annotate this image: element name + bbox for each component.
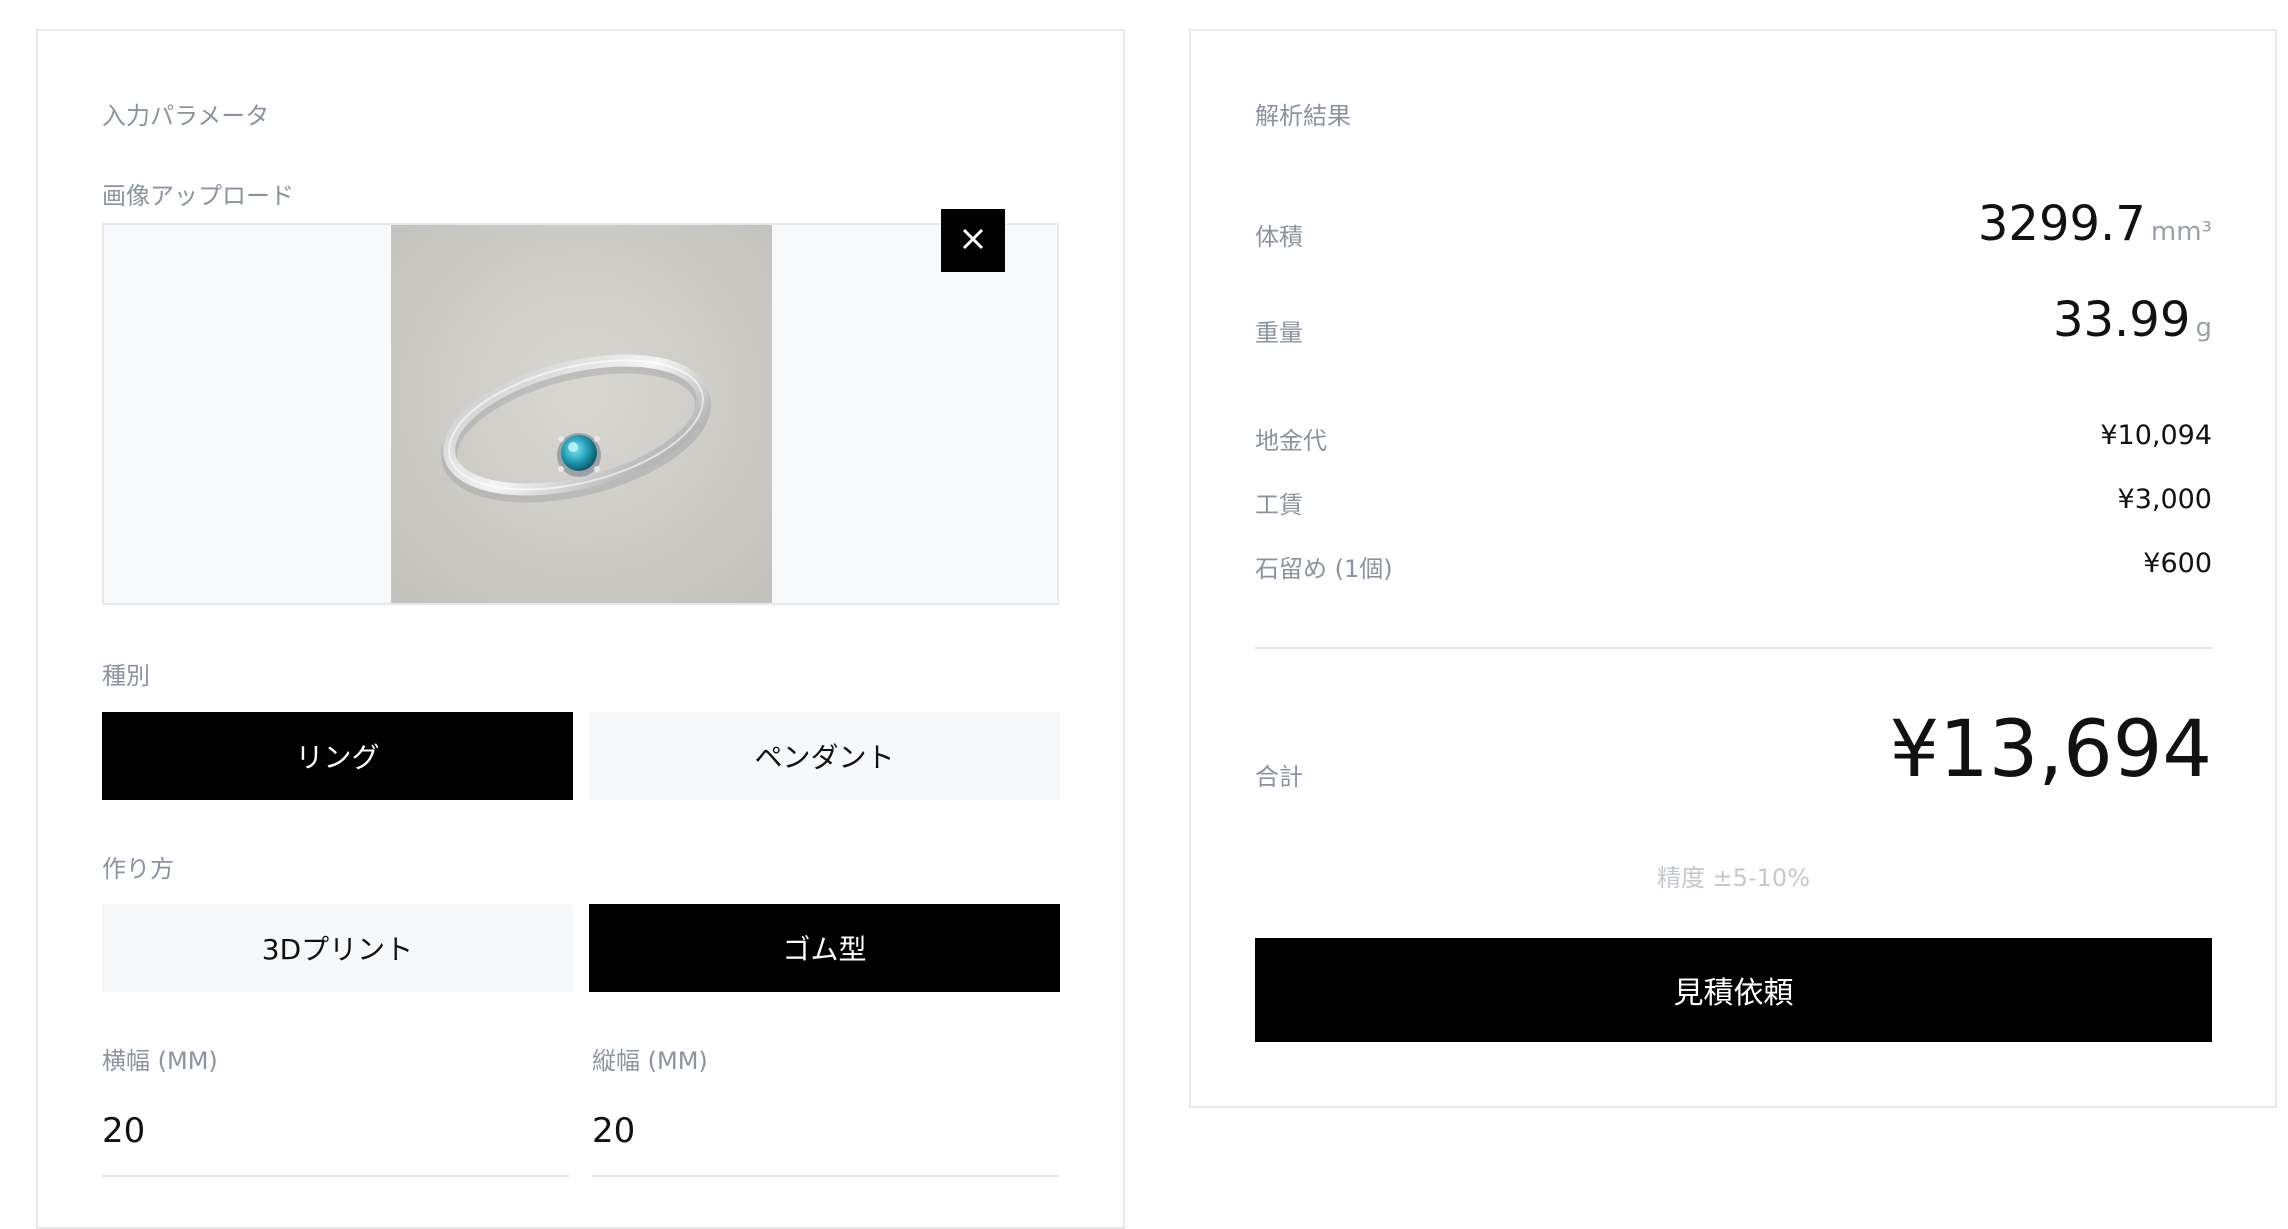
quote-request-button[interactable]: 見積依頼 bbox=[1255, 938, 2212, 1042]
type-option-pendant[interactable]: ペンダント bbox=[589, 712, 1060, 800]
result-panel-title: 解析結果 bbox=[1255, 102, 1351, 130]
image-upload-area[interactable] bbox=[102, 223, 1059, 605]
type-option-ring[interactable]: リング bbox=[102, 712, 573, 800]
remove-image-button[interactable] bbox=[941, 209, 1005, 272]
method-label: 作り方 bbox=[102, 855, 174, 883]
method-option-rubber-mold[interactable]: ゴム型 bbox=[589, 904, 1060, 992]
weight-readout: 33.99 g bbox=[2053, 292, 2212, 348]
width-input-underline bbox=[102, 1175, 569, 1177]
accuracy-note: 精度 ±5-10% bbox=[1656, 864, 1810, 892]
stone-setting-value: ¥600 bbox=[2143, 548, 2212, 579]
type-label: 種別 bbox=[102, 662, 150, 690]
method-option-3d-print[interactable]: 3Dプリント bbox=[102, 904, 573, 992]
labor-cost-value: ¥3,000 bbox=[2117, 484, 2212, 515]
height-input-underline bbox=[592, 1175, 1059, 1177]
width-label: 横幅 (MM) bbox=[102, 1047, 218, 1075]
volume-readout: 3299.7 mm³ bbox=[1978, 196, 2212, 252]
height-label: 縦幅 (MM) bbox=[592, 1047, 708, 1075]
volume-label: 体積 bbox=[1255, 223, 1303, 251]
weight-label: 重量 bbox=[1255, 319, 1303, 347]
volume-value: 3299.7 bbox=[1977, 196, 2146, 252]
close-icon bbox=[962, 228, 984, 254]
metal-cost-value: ¥10,094 bbox=[2100, 420, 2212, 451]
upload-label: 画像アップロード bbox=[102, 182, 294, 210]
ring-product-image bbox=[391, 225, 772, 603]
stone-setting-label: 石留め (1個) bbox=[1255, 555, 1393, 583]
weight-unit: g bbox=[2195, 313, 2212, 343]
width-input[interactable]: 20 bbox=[102, 1111, 145, 1151]
height-input[interactable]: 20 bbox=[592, 1111, 635, 1151]
total-label: 合計 bbox=[1255, 763, 1303, 791]
divider bbox=[1255, 647, 2212, 649]
metal-cost-label: 地金代 bbox=[1255, 427, 1327, 455]
volume-unit: mm³ bbox=[2150, 217, 2212, 247]
total-value: ¥13,694 bbox=[1889, 705, 2212, 795]
weight-value: 33.99 bbox=[2052, 292, 2191, 348]
input-panel-title: 入力パラメータ bbox=[102, 102, 270, 130]
labor-cost-label: 工賃 bbox=[1255, 491, 1303, 519]
